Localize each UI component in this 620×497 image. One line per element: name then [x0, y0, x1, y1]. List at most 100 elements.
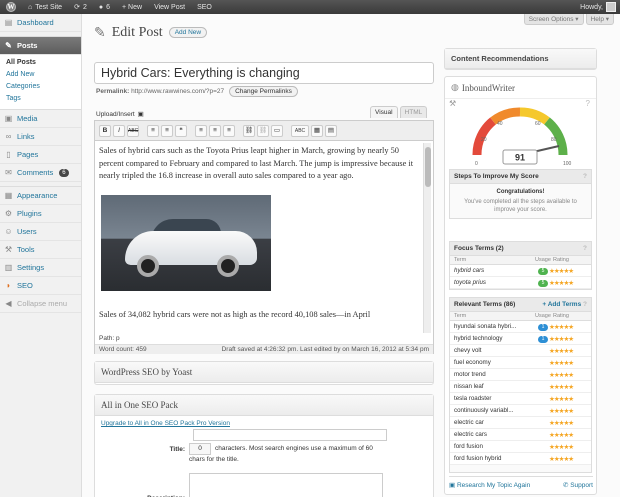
editor-scrollbar[interactable]	[423, 143, 431, 333]
sidebar-item-dashboard[interactable]: ▤ Dashboard	[0, 14, 81, 32]
sidebar-item-settings[interactable]: ▥ Settings	[0, 259, 81, 277]
editor-content[interactable]: Sales of hybrid cars such as the Toyota …	[99, 145, 417, 337]
seo-title-input[interactable]	[193, 429, 387, 441]
post-title-input[interactable]: Hybrid Cars: Everything is changing	[94, 62, 434, 84]
table-row[interactable]: fuel economy ★★★★★	[450, 357, 591, 369]
updates-link[interactable]: ⟳ 2	[68, 0, 93, 14]
italic-button[interactable]: I	[113, 124, 125, 137]
toyota-prius-image[interactable]	[101, 194, 271, 291]
site-name-link[interactable]: ⌂ Test Site	[22, 0, 68, 14]
wordpress-logo-icon[interactable]: W	[0, 0, 22, 14]
help-icon[interactable]: ?	[583, 245, 587, 252]
sidebar-item-media[interactable]: ▣ Media	[0, 110, 81, 128]
table-row[interactable]: hybrid cars 5 ★★★★★	[450, 265, 591, 277]
table-row[interactable]: motor trend ★★★★★	[450, 369, 591, 381]
inboundwriter-title: InboundWriter	[461, 82, 515, 93]
home-icon: ⌂	[28, 3, 33, 11]
focus-terms-title[interactable]: Focus Terms (2)	[454, 245, 504, 252]
tab-visual[interactable]: Visual	[370, 106, 398, 118]
aioseo-box: All in One SEO Pack Upgrade to All in On…	[94, 394, 434, 497]
new-content-link[interactable]: + New	[116, 0, 148, 14]
table-row[interactable]: ford fusion hybrid ★★★★★	[450, 453, 591, 465]
insert-link-button[interactable]: ⛓	[243, 124, 255, 137]
seo-admin-link[interactable]: SEO	[191, 0, 218, 14]
comment-bubble-icon: ●	[98, 3, 104, 11]
sidebar-item-pages[interactable]: ▯ Pages	[0, 146, 81, 164]
sidebar-item-tools[interactable]: ⚒ Tools	[0, 241, 81, 259]
table-row[interactable]: hyundai sonata hybri... 1 ★★★★★	[450, 321, 591, 333]
help-icon[interactable]: ?	[583, 301, 587, 308]
media-icon: ▣	[4, 114, 13, 123]
sidebar-item-users[interactable]: ☺ Users	[0, 223, 81, 241]
sidebar-item-plugins[interactable]: ⚙ Plugins	[0, 205, 81, 223]
table-row[interactable]: hybrid technology 1 ★★★★★	[450, 333, 591, 345]
table-row[interactable]: electric cars ★★★★★	[450, 429, 591, 441]
howdy-account-link[interactable]: Howdy,	[574, 0, 620, 14]
table-row[interactable]: tesla roadster ★★★★★	[450, 393, 591, 405]
align-left-button[interactable]: ≡	[195, 124, 207, 137]
rating-stars: ★★★★★	[549, 267, 574, 275]
sidebar-item-appearance[interactable]: ▦ Appearance	[0, 187, 81, 205]
submenu-all-posts[interactable]: All Posts	[6, 57, 81, 69]
upload-insert-row: Upload/Insert ▣	[96, 110, 144, 119]
strikethrough-button[interactable]: ABC	[127, 124, 139, 137]
tools-icon: ⚒	[4, 245, 13, 254]
help-button[interactable]: Help ▾	[585, 14, 614, 25]
add-media-icon[interactable]: ▣	[138, 110, 144, 118]
change-permalinks-button[interactable]: Change Permalinks	[229, 86, 298, 97]
sidebar-item-seo[interactable]: ◗ SEO	[0, 277, 81, 295]
permalink-label: Permalink:	[96, 88, 130, 95]
yoast-seo-title[interactable]: WordPress SEO by Yoast	[95, 362, 433, 383]
help-icon[interactable]: ?	[586, 99, 590, 108]
kitchen-sink-button[interactable]: ▤	[325, 124, 337, 137]
add-terms-link[interactable]: + Add Terms	[542, 301, 581, 308]
help-icon[interactable]: ?	[583, 173, 587, 180]
bullet-list-button[interactable]: ≡	[147, 124, 159, 137]
align-right-button[interactable]: ≡	[223, 124, 235, 137]
research-topic-button[interactable]: ▣ Research My Topic Again	[449, 481, 530, 489]
permalink-url[interactable]: http://www.rawwines.com/?p=27	[131, 88, 224, 95]
tab-html[interactable]: HTML	[399, 106, 428, 118]
aioseo-title[interactable]: All in One SEO Pack	[95, 395, 433, 416]
fullscreen-button[interactable]: ▦	[311, 124, 323, 137]
submenu-add-new[interactable]: Add New	[6, 69, 81, 81]
rating-stars: ★★★★★	[549, 279, 574, 287]
upgrade-aioseo-link[interactable]: Upgrade to All in One SEO Pack Pro Versi…	[101, 420, 230, 427]
gauge-tick: 100	[563, 161, 572, 167]
numbered-list-button[interactable]: ≡	[161, 124, 173, 137]
sidebar-item-links[interactable]: ∞ Links	[0, 128, 81, 146]
table-row[interactable]: continuously variabl... ★★★★★	[450, 405, 591, 417]
submenu-tags[interactable]: Tags	[6, 93, 81, 105]
bold-button[interactable]: B	[99, 124, 111, 137]
sidebar-item-posts[interactable]: ✎ Posts	[0, 37, 81, 55]
collapse-menu-button[interactable]: ◀ Collapse menu	[0, 295, 81, 313]
relevant-terms-title[interactable]: Relevant Terms (86)	[454, 301, 515, 308]
table-row[interactable]: toyota prius 5 ★★★★★	[450, 277, 591, 289]
table-row[interactable]: electric car ★★★★★	[450, 417, 591, 429]
more-tag-button[interactable]: ▭	[271, 124, 283, 137]
screen-options-button[interactable]: Screen Options ▾	[523, 14, 584, 25]
table-row[interactable]: ford fusion ★★★★★	[450, 441, 591, 453]
avatar	[606, 2, 616, 12]
comments-link[interactable]: ● 6	[93, 0, 116, 14]
add-new-button[interactable]: Add New	[168, 27, 208, 38]
inboundwriter-footer: ▣ Research My Topic Again ✆ Support	[449, 476, 593, 490]
view-post-link[interactable]: View Post	[148, 0, 191, 14]
table-row[interactable]: nissan leaf ★★★★★	[450, 381, 591, 393]
seo-description-textarea[interactable]	[189, 473, 383, 497]
steps-panel: Steps To Improve My Score? Congratulatio…	[449, 169, 592, 219]
steps-title[interactable]: Steps To Improve My Score	[454, 173, 539, 180]
sidebar-item-comments[interactable]: ✉ Comments 6	[0, 164, 81, 182]
spellcheck-button[interactable]: ABC	[291, 124, 309, 137]
submenu-categories[interactable]: Categories	[6, 81, 81, 93]
score-gauge: 20 40 60 80 100 0 91	[472, 107, 572, 167]
support-link[interactable]: ✆ Support	[563, 481, 593, 489]
blockquote-button[interactable]: ❝	[175, 124, 187, 137]
editor-path: Path: p	[95, 335, 433, 344]
content-recommendations-title[interactable]: Content Recommendations	[445, 49, 596, 69]
unlink-button[interactable]: ⛓	[257, 124, 269, 137]
post-paragraph: Sales of 34,082 hybrid cars were not as …	[99, 309, 371, 319]
align-center-button[interactable]: ≡	[209, 124, 221, 137]
word-count: Word count: 459	[99, 346, 147, 353]
table-row[interactable]: chevy volt ★★★★★	[450, 345, 591, 357]
